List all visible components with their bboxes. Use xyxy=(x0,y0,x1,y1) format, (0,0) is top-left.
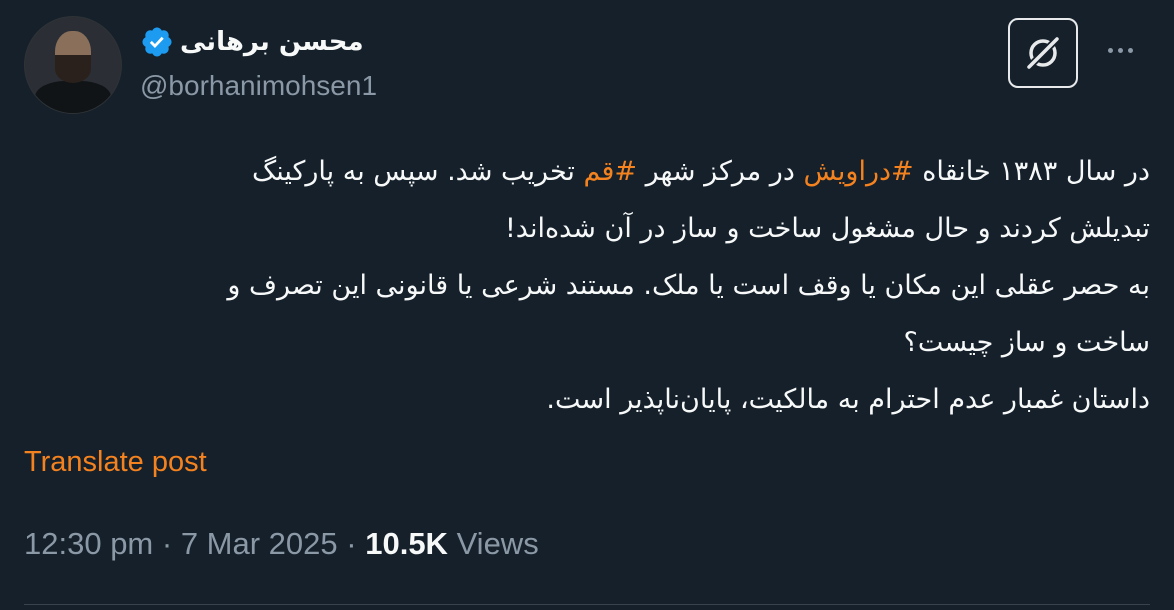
more-horizontal-icon-dot xyxy=(1107,47,1113,53)
tweet-meta: 12:30 pm · 7 Mar 2025 · 10.5K Views xyxy=(24,526,539,562)
avatar-body xyxy=(35,81,111,113)
verified-badge-icon[interactable] xyxy=(140,25,174,59)
hashtag-link[interactable]: #دراویش xyxy=(803,156,913,187)
author-name-row[interactable]: محسن برهانی xyxy=(140,24,364,60)
tweet-text-segment: در مرکز شهر xyxy=(636,156,804,187)
views-count: 10.5K xyxy=(365,526,448,561)
tweet-line-2: تبدیلش کردند و حال مشغول ساخت و ساز در آ… xyxy=(504,213,1150,244)
meta-separator: · xyxy=(153,526,181,561)
more-horizontal-icon-dot xyxy=(1127,47,1133,53)
views-label: Views xyxy=(447,526,539,561)
author-handle[interactable]: @borhanimohsen1 xyxy=(140,70,377,102)
tweet-text-segment: تخریب شد. سپس به پارکینگ xyxy=(252,156,584,187)
avatar[interactable] xyxy=(24,16,122,114)
hashtag-link[interactable]: #قم xyxy=(583,156,637,187)
more-horizontal-icon-dot xyxy=(1117,47,1123,53)
tweet-text: در سال ۱۳۸۳ خانقاه #دراویش در مرکز شهر #… xyxy=(24,143,1150,428)
tweet-header: محسن برهانی @borhanimohsen1 xyxy=(0,0,1174,130)
grok-icon xyxy=(1027,37,1059,69)
tweet-text-segment: در سال ۱۳۸۳ خانقاه xyxy=(913,156,1150,187)
grok-button[interactable] xyxy=(1008,18,1078,88)
tweet-line-5: داستان غمبار عدم احترام به مالکیت، پایان… xyxy=(546,384,1150,415)
avatar-beard xyxy=(55,55,91,83)
translate-post-link[interactable]: Translate post xyxy=(24,446,207,479)
tweet-line-3: به حصر عقلی این مکان یا وقف است یا ملک. … xyxy=(227,270,1150,301)
divider xyxy=(24,604,1150,605)
tweet-line-1: در سال ۱۳۸۳ خانقاه #دراویش در مرکز شهر #… xyxy=(24,143,1150,200)
meta-separator: · xyxy=(337,526,366,561)
more-options-button[interactable] xyxy=(1100,38,1140,62)
tweet-date[interactable]: 7 Mar 2025 xyxy=(181,526,338,561)
tweet-time[interactable]: 12:30 pm xyxy=(24,526,153,561)
tweet-line-4: ساخت و ساز چیست؟ xyxy=(903,327,1151,358)
author-display-name[interactable]: محسن برهانی xyxy=(180,27,364,57)
